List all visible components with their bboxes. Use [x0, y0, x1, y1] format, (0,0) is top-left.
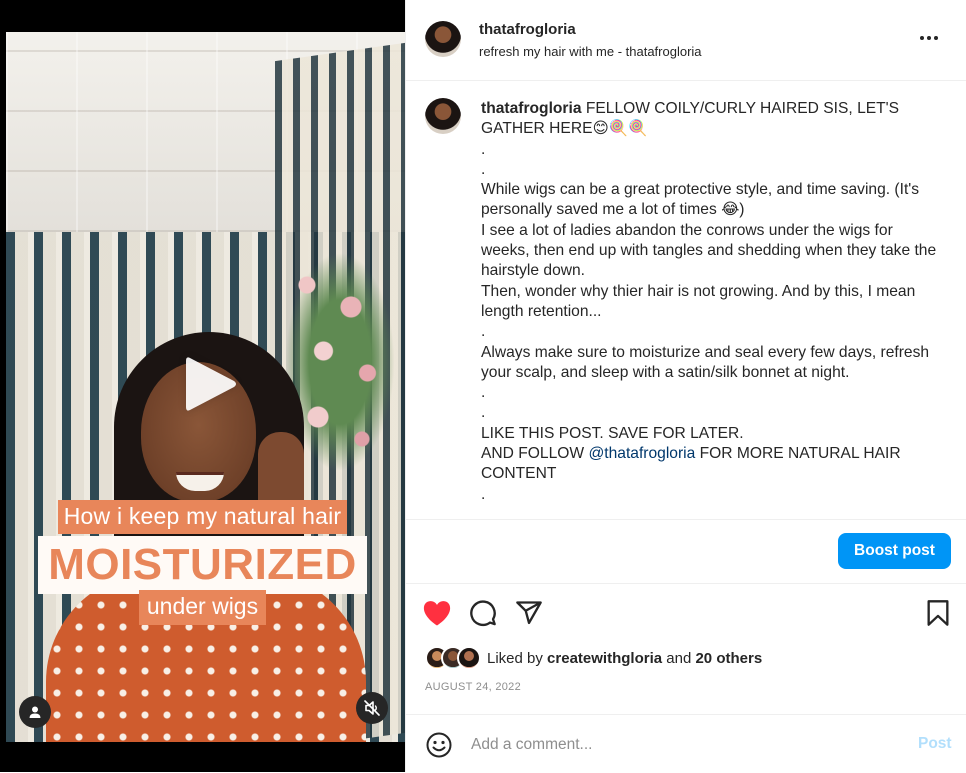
video-overlay-text-3: under wigs: [138, 590, 267, 625]
liked-by-others-link[interactable]: 20 others: [695, 650, 762, 667]
avatar[interactable]: [457, 646, 481, 670]
tagged-users-button[interactable]: [19, 696, 51, 728]
post-author-username[interactable]: thatafrogloria: [479, 21, 576, 38]
post-date[interactable]: AUGUST 24, 2022: [425, 681, 521, 693]
heart-icon[interactable]: [421, 597, 453, 629]
boost-post-button[interactable]: Boost post: [838, 533, 951, 569]
more-horizontal-icon[interactable]: [916, 28, 942, 48]
post-video[interactable]: How i keep my natural hair MOISTURIZED u…: [0, 0, 405, 772]
liked-by-and: and: [662, 649, 696, 667]
video-overlay-line1: How i keep my natural hair: [0, 500, 405, 534]
post-header: thatafrogloria refresh my hair with me -…: [406, 0, 966, 81]
emoji-icon[interactable]: [425, 731, 453, 759]
comment-icon[interactable]: [467, 597, 499, 629]
caption-body: . . While wigs can be a great protective…: [481, 140, 937, 463]
liked-by-text: Liked by createwithgloria and 20 others: [487, 650, 762, 667]
post-caption: thatafrogloria FELLOW COILY/CURLY HAIRED…: [481, 99, 941, 505]
post-audio-label[interactable]: refresh my hair with me - thatafrogloria: [479, 44, 702, 59]
liked-by-avatars: [425, 646, 485, 670]
avatar[interactable]: [425, 21, 461, 57]
muted-speaker-icon: [364, 700, 380, 716]
post-actions-bar: [406, 594, 966, 634]
comment-composer: Post: [406, 714, 966, 773]
post-details-panel: thatafrogloria refresh my hair with me -…: [405, 0, 966, 772]
video-overlay-line2: MOISTURIZED: [0, 536, 405, 594]
bookmark-icon[interactable]: [922, 597, 954, 629]
liked-by-prefix: Liked by: [487, 649, 548, 667]
video-overlay-line3: under wigs: [0, 590, 405, 625]
caption-mention-link[interactable]: @thatafrogloria: [588, 445, 695, 462]
comment-input[interactable]: [469, 731, 893, 759]
play-icon[interactable]: [172, 348, 244, 420]
caption-username[interactable]: thatafrogloria: [481, 100, 582, 117]
likes-summary: Liked by createwithgloria and 20 others: [425, 645, 762, 671]
user-icon: [29, 706, 41, 718]
share-icon[interactable]: [513, 597, 545, 629]
video-overlay-text-2: MOISTURIZED: [38, 536, 367, 594]
post-caption-section: thatafrogloria FELLOW COILY/CURLY HAIRED…: [406, 81, 966, 520]
video-overlay-text-1: How i keep my natural hair: [57, 500, 348, 534]
liked-by-username[interactable]: createwithgloria: [547, 650, 662, 667]
avatar[interactable]: [425, 98, 461, 134]
post-comment-button[interactable]: Post: [918, 735, 952, 753]
mute-button[interactable]: [356, 692, 388, 724]
boost-row: Boost post: [406, 520, 966, 584]
